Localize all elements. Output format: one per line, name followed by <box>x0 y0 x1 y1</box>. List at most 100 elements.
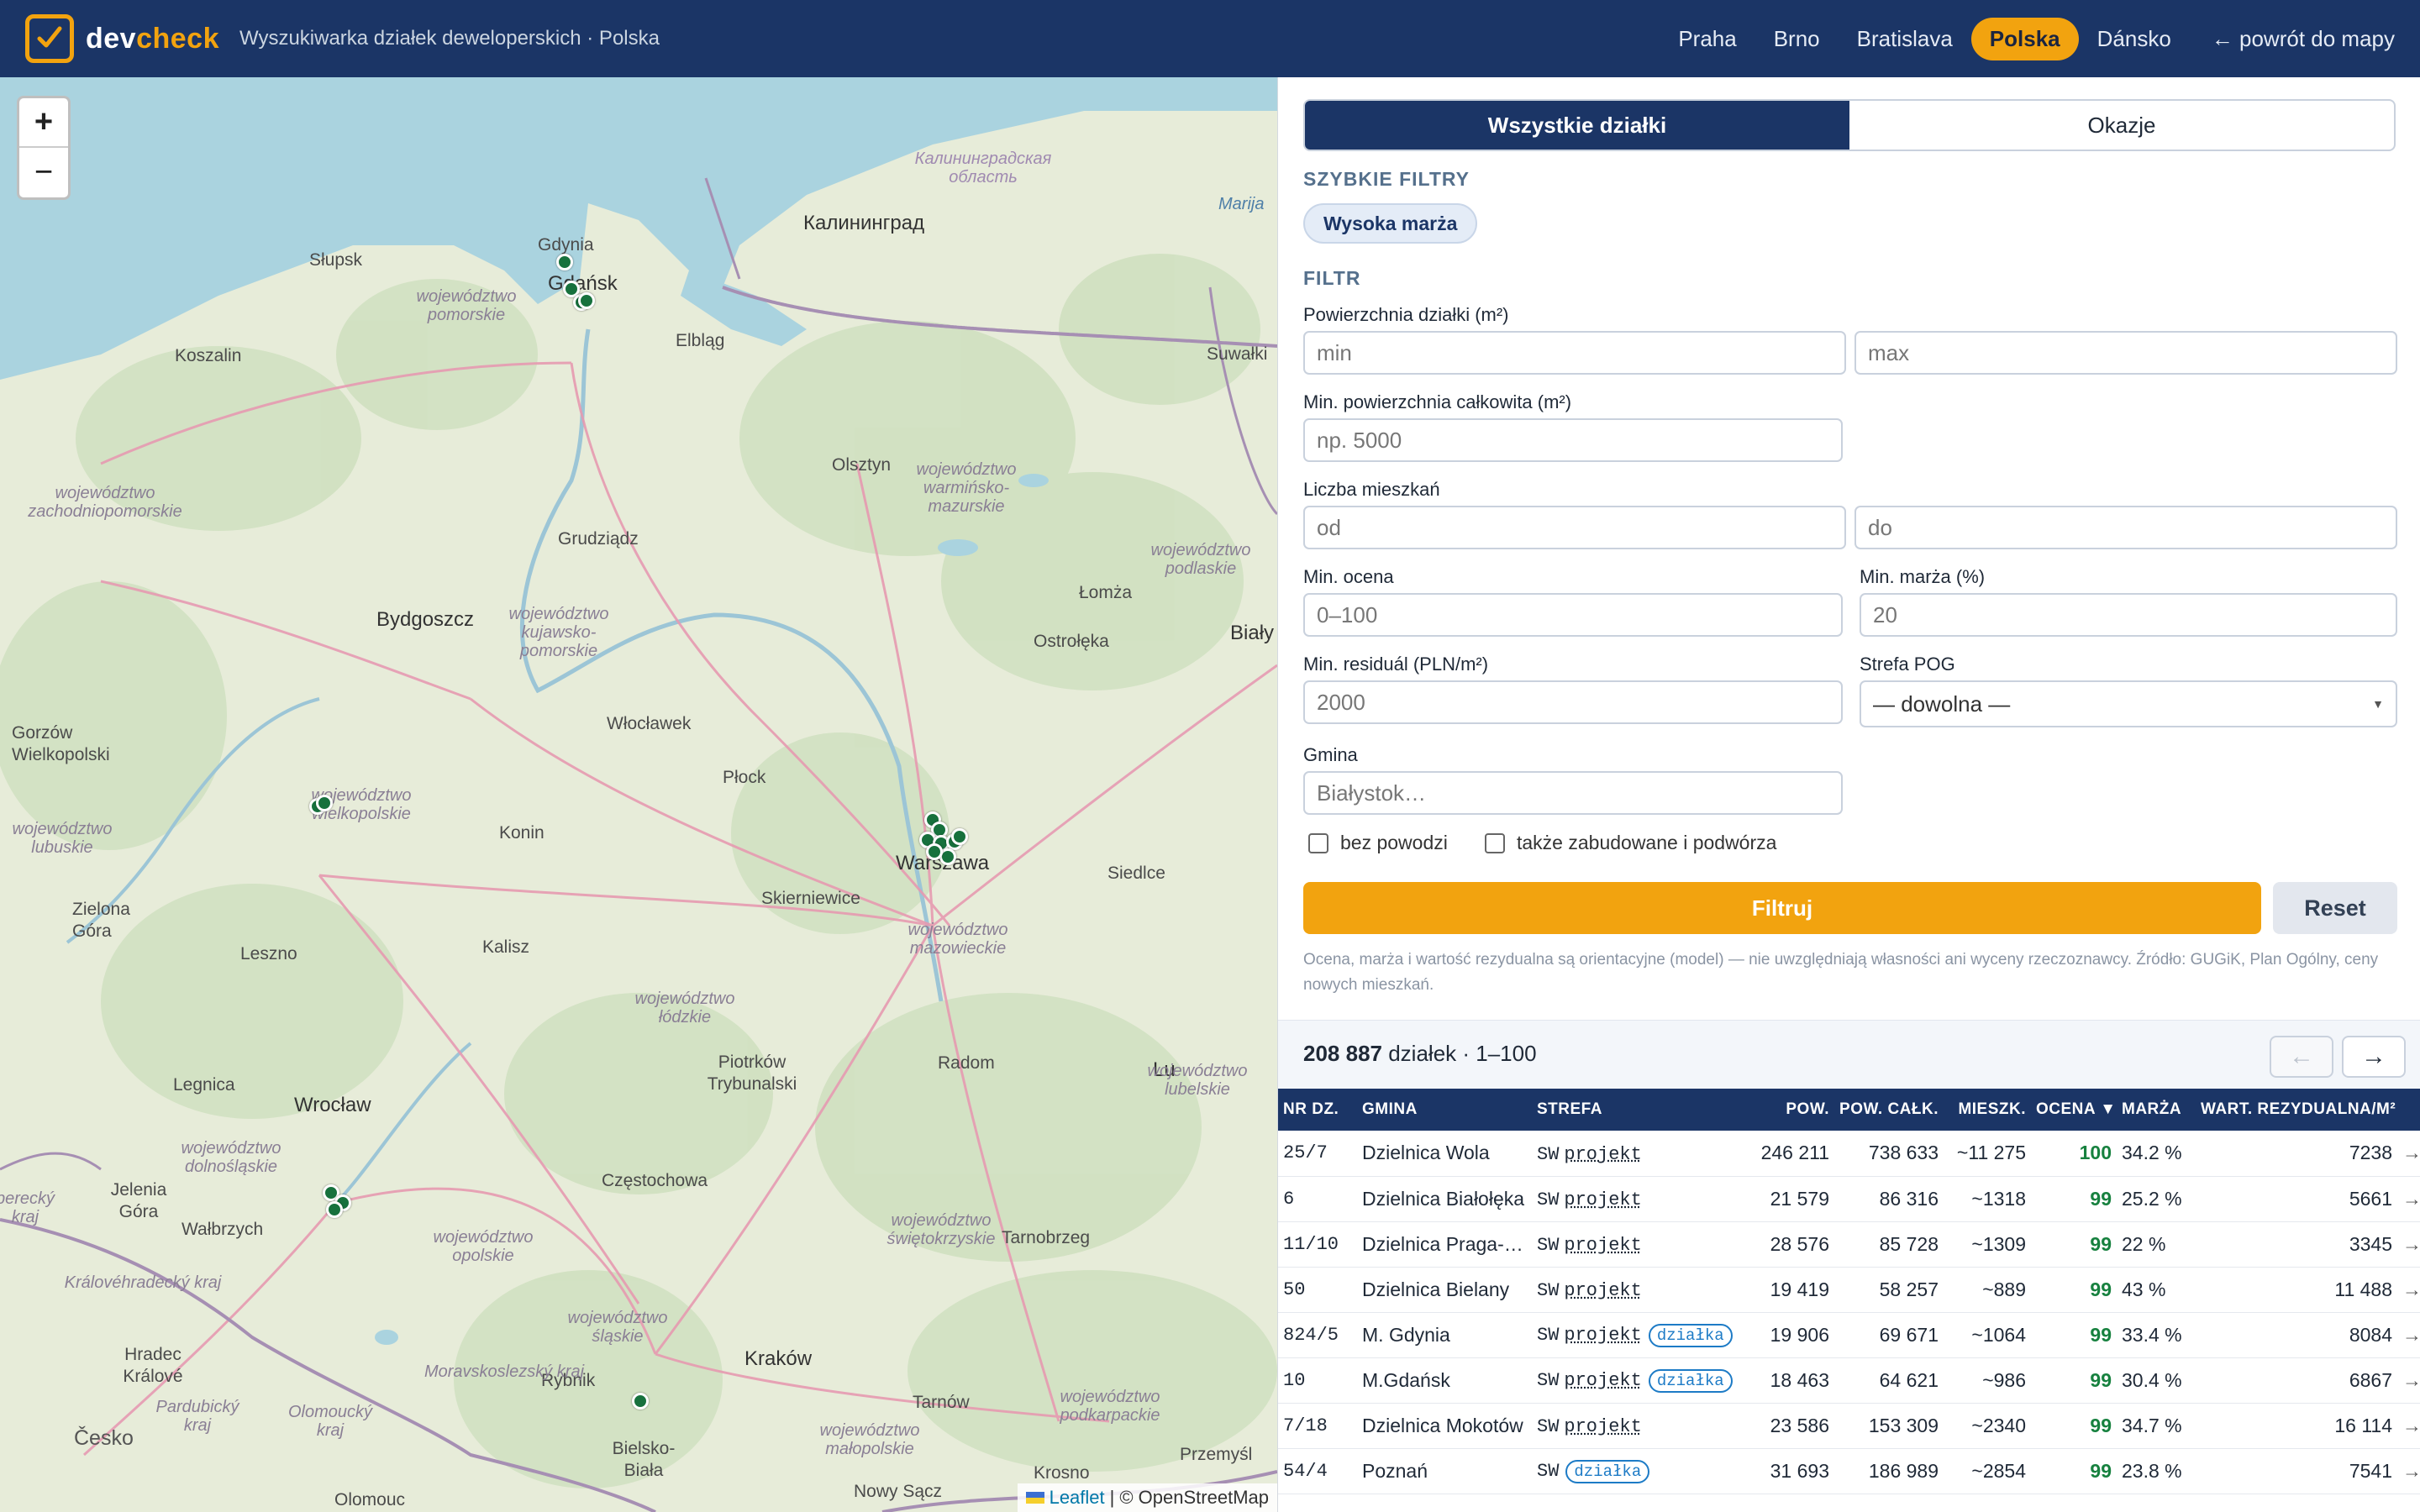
cell-ocena: 99 <box>2090 1414 2112 1436</box>
col-marza[interactable]: MARŻA <box>2117 1089 2196 1131</box>
also-built-checkbox[interactable]: także zabudowane i podwórza <box>1485 832 1776 854</box>
table-row[interactable]: 10 M.Gdańsk SW projekt działka 18 463 64 621 ~9… <box>1278 1357 2420 1403</box>
project-link[interactable]: projekt <box>1564 1189 1641 1210</box>
tab-all-plots[interactable]: Wszystkie działki <box>1305 101 1849 150</box>
quick-filter-high-margin[interactable]: Wysoka marża <box>1303 203 1478 244</box>
apartments-from-input[interactable] <box>1303 506 1846 549</box>
place-krakow: Kraków <box>744 1347 813 1370</box>
nav-dansko[interactable]: Dánsko <box>2079 18 2190 60</box>
map[interactable]: Gdynia Gdańsk Słupsk Koszalin Elbląg Кал… <box>0 77 1277 1512</box>
row-arrow-icon[interactable]: → <box>2397 1221 2420 1267</box>
zoom-out-button[interactable]: − <box>19 148 68 197</box>
area-max-input[interactable] <box>1854 331 2397 375</box>
place-lomza: Łomża <box>1079 583 1133 602</box>
cell-marza: 22 % <box>2122 1232 2166 1255</box>
row-arrow-icon[interactable]: → <box>2397 1131 2420 1176</box>
map-marker[interactable] <box>556 254 573 270</box>
place-bydgoszcz: Bydgoszcz <box>376 608 475 631</box>
map-marker[interactable] <box>926 843 943 860</box>
region-malopolskie: województwo małopolskie <box>819 1421 920 1458</box>
col-wart[interactable]: WART. REZYDUALNA/M² <box>2196 1089 2397 1131</box>
back-to-map-link[interactable]: ← powrót do mapy <box>2190 18 2395 60</box>
table-row[interactable]: 25/7 Dzielnica Wola SW projekt 246 211 738 63… <box>1278 1131 2420 1176</box>
map-marker[interactable] <box>326 1201 343 1218</box>
nav-praha[interactable]: Praha <box>1660 18 1754 60</box>
col-pow-calk[interactable]: POW. CAŁK. <box>1834 1089 1944 1131</box>
municipality-input[interactable] <box>1303 771 1843 815</box>
place-liberecky-kraj: berecký kraj <box>0 1189 55 1226</box>
min-margin-input[interactable] <box>1860 593 2397 637</box>
row-arrow-icon[interactable]: → <box>2397 1357 2420 1403</box>
table-row[interactable]: 824/5 M. Gdynia SW projekt działka 19 906 69 6… <box>1278 1312 2420 1357</box>
brand-logo[interactable]: dev check <box>86 23 219 55</box>
nav-brno[interactable]: Brno <box>1755 18 1839 60</box>
col-mieszk[interactable]: MIESZK. <box>1944 1089 2031 1131</box>
map-marker[interactable] <box>632 1393 649 1410</box>
min-score-input[interactable] <box>1303 593 1843 637</box>
checkbox-icon[interactable] <box>1485 832 1505 853</box>
cell-ocena: 99 <box>2090 1323 2112 1346</box>
table-row[interactable]: 54/4 Poznań SW działka 31 693 186 989 ~2854 99 2… <box>1278 1448 2420 1494</box>
nav-polska[interactable]: Polska <box>1970 17 2079 60</box>
cell-mieszk: ~11 275 <box>1956 1142 2026 1164</box>
row-arrow-icon[interactable]: → <box>2397 1267 2420 1312</box>
leaflet-link[interactable]: Leaflet <box>1050 1487 1105 1509</box>
map-marker[interactable] <box>951 828 968 845</box>
min-residual-input[interactable] <box>1303 680 1843 724</box>
row-arrow-icon[interactable]: → <box>2397 1448 2420 1494</box>
project-link[interactable]: projekt <box>1564 1325 1641 1346</box>
table-row[interactable]: 6 Dzielnica Białołęka SW projekt 21 579 86 31… <box>1278 1176 2420 1221</box>
col-nr[interactable]: NR DZ. <box>1278 1089 1357 1131</box>
cell-gmina: Dzielnica Praga-Południe <box>1362 1232 1532 1255</box>
table-row[interactable]: 11/10 Dzielnica Praga-PołudnieSWprojekt 28… <box>1278 1221 2420 1267</box>
place-marija: Marija <box>1218 195 1265 213</box>
filter-button[interactable]: Filtruj <box>1303 882 2261 934</box>
apartments-to-input[interactable] <box>1854 506 2397 549</box>
cell-pow-calk: 738 633 <box>1868 1142 1939 1164</box>
row-arrow-icon[interactable]: → <box>2397 1176 2420 1221</box>
cell-gmina: M.Gdańsk <box>1362 1368 1450 1391</box>
place-gdynia: Gdynia <box>538 235 594 255</box>
map-marker[interactable] <box>316 795 333 811</box>
checkbox-icon[interactable] <box>1308 832 1328 853</box>
prev-page-button[interactable]: ← <box>2270 1036 2333 1078</box>
tab-opportunities[interactable]: Okazje <box>1849 101 2394 150</box>
table-row[interactable]: 7/18 Dzielnica Mokotów SW projekt 23 586 153 … <box>1278 1403 2420 1448</box>
cell-marza: 30.4 % <box>2122 1368 2182 1391</box>
project-link[interactable]: projekt <box>1564 1370 1641 1391</box>
col-ocena[interactable]: OCENA ▼ <box>2031 1089 2117 1131</box>
project-link[interactable]: projekt <box>1564 1144 1641 1165</box>
total-area-input[interactable] <box>1303 418 1843 462</box>
project-link[interactable]: projekt <box>1564 1280 1641 1301</box>
osm-attribution[interactable]: © OpenStreetMap <box>1119 1487 1269 1509</box>
zoom-in-button[interactable]: + <box>19 98 68 148</box>
cell-pow: 23 586 <box>1770 1414 1829 1436</box>
cell-pow-calk: 153 309 <box>1868 1414 1939 1436</box>
next-page-button[interactable]: → <box>2342 1036 2406 1078</box>
no-flood-checkbox[interactable]: bez powodzi <box>1308 832 1448 854</box>
place-jelenia-gora: Jelenia Góra <box>110 1180 167 1221</box>
col-gmina[interactable]: GMINA <box>1357 1089 1532 1131</box>
cell-gmina: Dzielnica Białołęka <box>1362 1187 1525 1210</box>
area-min-input[interactable] <box>1303 331 1846 375</box>
row-arrow-icon[interactable]: → <box>2397 1312 2420 1357</box>
col-pow[interactable]: POW. <box>1742 1089 1834 1131</box>
cell-nr: 54/4 <box>1283 1460 1328 1482</box>
project-link[interactable]: projekt <box>1564 1416 1641 1437</box>
zone-select[interactable]: — dowolna — ▼ <box>1860 680 2397 727</box>
reset-button[interactable]: Reset <box>2273 882 2397 934</box>
place-wloclawek: Włocławek <box>607 714 692 733</box>
cell-pow-calk: 186 989 <box>1868 1459 1939 1482</box>
map-marker[interactable] <box>578 292 595 309</box>
row-arrow-icon[interactable]: → <box>2397 1403 2420 1448</box>
checkmark-logo-icon[interactable] <box>25 14 74 63</box>
cell-strefa: SW projekt działka <box>1532 1357 1742 1403</box>
place-olomouc: Olomouc <box>334 1490 406 1509</box>
project-link[interactable]: projekt <box>1564 1235 1641 1256</box>
nav-bratislava[interactable]: Bratislava <box>1839 18 1971 60</box>
table-row[interactable]: 50 Dzielnica Bielany SW projekt 19 419 58 257… <box>1278 1267 2420 1312</box>
col-strefa[interactable]: STREFA <box>1532 1089 1742 1131</box>
attribution-separator: | <box>1109 1487 1115 1508</box>
cell-nr: 50 <box>1283 1278 1306 1300</box>
total-area-label: Min. powierzchnia całkowita (m²) <box>1303 391 1572 412</box>
